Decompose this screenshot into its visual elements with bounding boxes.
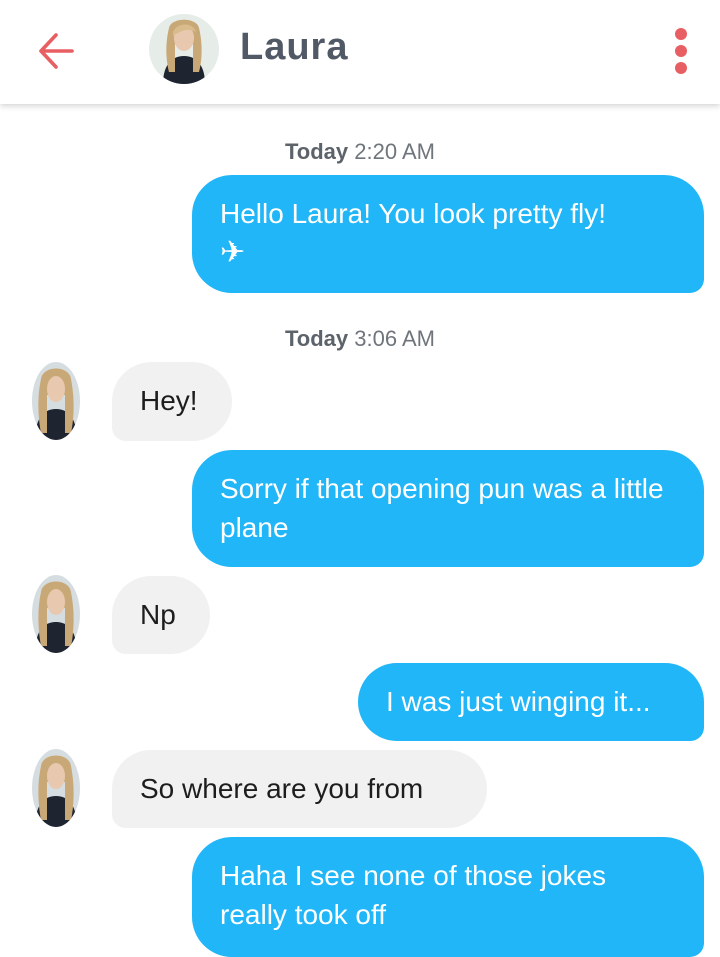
message-timestamp: Today 3:06 AM [0,326,720,352]
sent-message[interactable]: Sorry if that opening pun was a little p… [192,450,704,567]
profile-photo [32,749,80,827]
contact-name[interactable]: Laura [240,26,348,69]
contact-avatar[interactable] [31,361,81,441]
timestamp-time: 2:20 AM [354,139,435,164]
received-message[interactable]: Hey! [112,362,232,441]
timestamp-day: Today [285,326,349,351]
timestamp-time: 3:06 AM [354,326,435,351]
message-text: Sorry if that opening pun was a little p… [220,473,664,543]
message-text: I was just winging it... [386,686,651,717]
contact-avatar[interactable] [31,574,81,654]
message-text: Hello Laura! You look pretty fly! [220,198,607,229]
profile-photo [32,362,80,440]
contact-avatar[interactable] [31,748,81,828]
contact-avatar[interactable] [149,14,219,84]
message-text: Np [140,599,176,630]
message-text: Hey! [140,385,198,416]
message-text: So where are you from [140,773,424,804]
message-timestamp: Today 2:20 AM [0,139,720,165]
profile-photo [149,14,219,84]
airplane-icon: ✈ [220,235,246,270]
menu-button[interactable] [666,26,696,76]
sent-message[interactable]: Hello Laura! You look pretty fly! ✈ [192,175,704,293]
sent-message[interactable]: I was just winging it... [358,663,704,741]
timestamp-day: Today [285,139,349,164]
back-button[interactable] [36,31,76,71]
sent-message[interactable]: Haha I see none of those jokes really to… [192,837,704,957]
message-text: Haha I see none of those jokes really to… [220,860,607,930]
arrow-left-icon [39,33,74,69]
more-vertical-icon [675,28,687,40]
received-message[interactable]: So where are you from [112,750,487,828]
received-message[interactable]: Np [112,576,210,654]
chat-header: Laura [0,0,720,104]
more-vertical-icon [675,45,687,57]
profile-photo [32,575,80,653]
more-vertical-icon [675,62,687,74]
